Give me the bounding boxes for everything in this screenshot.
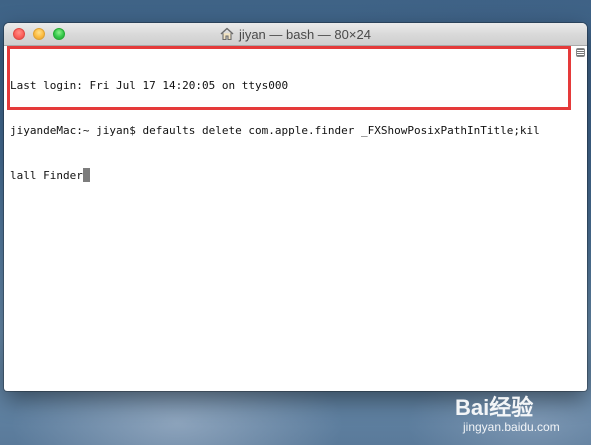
annotation-highlight-box: [7, 46, 571, 110]
text-cursor: [82, 168, 90, 182]
watermark-brand-text: Bai经验: [455, 395, 534, 420]
terminal-window[interactable]: jiyan — bash — 80×24 Last login: Fri Jul…: [4, 23, 587, 391]
title-bar[interactable]: jiyan — bash — 80×24: [4, 23, 587, 46]
terminal-line-text: lall Finder: [10, 169, 83, 182]
watermark-url: jingyan.baidu.com: [463, 420, 560, 434]
window-title: jiyan — bash — 80×24: [239, 26, 371, 42]
home-icon: [220, 27, 234, 41]
terminal-line: jiyandeMac:~ jiyan$ defaults delete com.…: [10, 124, 540, 137]
window-title-area: jiyan — bash — 80×24: [4, 23, 587, 45]
terminal-line-with-cursor: lall Finder: [10, 168, 570, 183]
scrollbar-icon[interactable]: [576, 48, 585, 57]
baidu-jingyan-watermark: Bai经验 jingyan.baidu.com: [455, 390, 587, 442]
watermark-brand: Bai经验: [455, 390, 533, 422]
